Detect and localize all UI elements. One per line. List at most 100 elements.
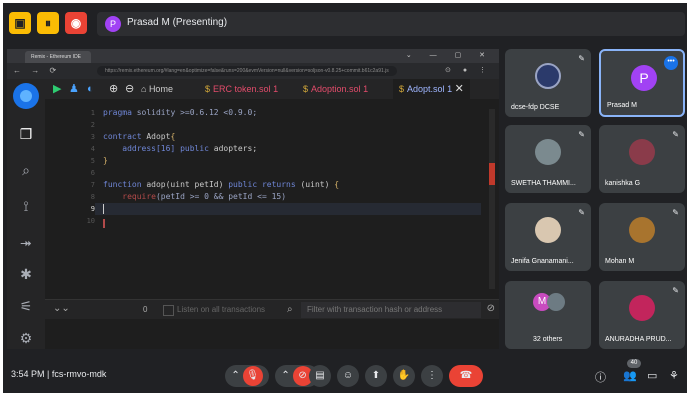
chevron-up-icon[interactable]: ⌃ bbox=[231, 370, 242, 381]
participant-tile[interactable]: ✎ kanishka G bbox=[599, 125, 685, 193]
tab-label: Adopt.sol bbox=[407, 84, 445, 94]
collapse-terminal-icon[interactable]: ⌄⌄ bbox=[53, 303, 70, 314]
present-icon: ⬆ bbox=[371, 370, 381, 381]
browser-extension-icons[interactable]: ⊙ ● ⋮ bbox=[445, 66, 491, 74]
participant-name: Prasad M bbox=[607, 102, 637, 109]
mic-control[interactable]: ⌃ 🎙 bbox=[225, 365, 269, 387]
code-token: { bbox=[334, 180, 340, 189]
code-token: } bbox=[103, 156, 108, 165]
solidity-compiler-icon[interactable]: ⟟ bbox=[15, 195, 37, 217]
tab-adoption[interactable]: $ Adoption.sol 1 bbox=[303, 79, 368, 99]
code-editor[interactable]: 1 2 3 4 5 6 7 8 9 10 pragma solidity >=0… bbox=[45, 99, 499, 299]
code-token: contract bbox=[103, 132, 142, 141]
code-line: address[16] public adopters; bbox=[103, 143, 483, 155]
editor-scroll-thumb[interactable] bbox=[489, 163, 495, 185]
close-tab-icon[interactable]: ✕ bbox=[455, 83, 464, 95]
chat-icon[interactable]: ▭ bbox=[647, 369, 657, 382]
more-options-icon[interactable]: ••• bbox=[664, 56, 678, 70]
code-line: } bbox=[103, 155, 483, 167]
remix-logo-icon[interactable] bbox=[13, 83, 39, 109]
mic-off-icon: ✎ bbox=[672, 286, 679, 295]
meet-top-bar: ▣ ⏸ ◉ P Prasad M (Presenting) bbox=[3, 3, 687, 45]
chevron-up-icon[interactable]: ⌃ bbox=[281, 370, 292, 381]
clock: 3:54 PM bbox=[11, 369, 45, 379]
transaction-filter-input[interactable]: Filter with transaction hash or address bbox=[301, 302, 481, 318]
zoom-out-icon[interactable]: ⊖ bbox=[125, 82, 134, 96]
search-icon[interactable]: ⌕ bbox=[15, 159, 37, 181]
participant-tile-others[interactable]: M 32 others bbox=[505, 281, 591, 349]
mic-off-icon: ✎ bbox=[578, 208, 585, 217]
settings-icon[interactable]: ⚙ bbox=[15, 327, 37, 349]
line-number: 9 bbox=[90, 205, 95, 213]
terminal-bar: ⌄⌄ 0 Listen on all transactions ⌕ Filter… bbox=[45, 299, 499, 320]
raise-hand-button[interactable]: ✋ bbox=[393, 365, 415, 387]
people-icon[interactable]: 👥 bbox=[623, 369, 637, 382]
present-button[interactable]: ⬆ bbox=[365, 365, 387, 387]
participant-name: kanishka G bbox=[605, 180, 641, 187]
browser-tab[interactable]: Remix - Ethereum IDE bbox=[25, 51, 91, 63]
line-number: 3 bbox=[90, 133, 95, 141]
tab-erc-token[interactable]: $ ERC token.sol 1 bbox=[205, 79, 278, 99]
debugger-icon[interactable]: ✱ bbox=[15, 263, 37, 285]
participant-avatar bbox=[535, 217, 561, 243]
participant-tile[interactable]: ✎ SWETHA THAMMI... bbox=[505, 125, 591, 193]
meeting-info-icon[interactable]: ⓘ bbox=[595, 369, 606, 385]
tab-error-count: 1 bbox=[447, 84, 453, 94]
address-bar[interactable]: https://remix.ethereum.org/#lang=en&opti… bbox=[97, 66, 397, 76]
tab-home[interactable]: ⌂ Home bbox=[141, 79, 173, 99]
editor-scrollbar[interactable] bbox=[489, 109, 495, 289]
participant-tile[interactable]: ✎ ANURADHA PRUD... bbox=[599, 281, 685, 349]
pause-present-icon[interactable]: ⏸ bbox=[37, 12, 59, 34]
toggle-icon[interactable]: ◐ bbox=[87, 82, 94, 96]
tab-adopt[interactable]: $ Adopt.sol 1 ✕ bbox=[393, 79, 470, 99]
code-token: public returns bbox=[228, 180, 296, 189]
ai-assistant-icon[interactable]: ♟ bbox=[69, 82, 79, 96]
hang-up-icon: ☎ bbox=[459, 370, 473, 381]
participant-tile[interactable]: ✎ Mohan M bbox=[599, 203, 685, 271]
code-lines: pragma solidity >=0.6.12 <0.9.0; contrac… bbox=[103, 107, 483, 203]
leave-call-button[interactable]: ☎ bbox=[449, 365, 483, 387]
browser-address-row: ← → ⟳ https://remix.ethereum.org/#lang=e… bbox=[7, 63, 499, 79]
browser-tab-strip: Remix - Ethereum IDE ⌄ — ▢ ✕ bbox=[7, 49, 499, 63]
plugin-manager-icon[interactable]: ⚟ bbox=[15, 295, 37, 317]
stop-presenting-icon[interactable]: ◉ bbox=[65, 12, 87, 34]
run-icon[interactable]: ▶ bbox=[53, 82, 61, 96]
mic-off-icon[interactable]: 🎙 bbox=[242, 366, 263, 386]
mic-off-icon: ✎ bbox=[672, 130, 679, 139]
code-line: contract Adopt{ bbox=[103, 131, 483, 143]
activities-icon[interactable]: ⚘ bbox=[669, 369, 679, 382]
separator: | bbox=[47, 369, 50, 379]
deploy-run-icon[interactable]: ⯮ bbox=[15, 231, 37, 253]
mic-off-icon: ✎ bbox=[578, 130, 585, 139]
error-marker bbox=[103, 219, 105, 228]
clear-console-icon[interactable]: ⊘ bbox=[487, 303, 495, 314]
participant-tile[interactable]: ••• P Prasad M bbox=[599, 49, 685, 117]
code-token: (uint) bbox=[295, 180, 335, 189]
window-controls[interactable]: ⌄ — ▢ ✕ bbox=[406, 51, 493, 59]
participant-name: Mohan M bbox=[605, 258, 635, 265]
presenting-banner[interactable]: P Prasad M (Presenting) bbox=[97, 12, 685, 36]
participant-avatar bbox=[629, 217, 655, 243]
terminal-output bbox=[45, 319, 499, 349]
meeting-time-and-code: 3:54 PM | fcs-rmvo-mdk bbox=[11, 369, 106, 379]
zoom-in-icon[interactable]: ⊕ bbox=[109, 82, 118, 96]
reactions-button[interactable]: ☺ bbox=[337, 365, 359, 387]
participant-avatar bbox=[629, 295, 655, 321]
line-number: 4 bbox=[90, 145, 95, 153]
participant-avatar bbox=[535, 139, 561, 165]
more-options-button[interactable]: ⋮ bbox=[421, 365, 443, 387]
file-explorer-icon[interactable]: ❐ bbox=[15, 123, 37, 145]
browser-nav-icons[interactable]: ← → ⟳ bbox=[13, 66, 60, 75]
listen-checkbox[interactable] bbox=[163, 305, 174, 316]
present-icon[interactable]: ▣ bbox=[9, 12, 31, 34]
presenter-avatar: P bbox=[105, 16, 121, 32]
captions-button[interactable]: ▤ bbox=[309, 365, 331, 387]
solidity-file-icon: $ bbox=[303, 84, 309, 94]
code-token: address[16] bbox=[103, 144, 176, 153]
participant-avatar bbox=[547, 293, 565, 311]
participant-tile[interactable]: ✎ Jenifa Gnanamani... bbox=[505, 203, 591, 271]
participant-tile[interactable]: ✎ dcse-fdp DCSE bbox=[505, 49, 591, 117]
participant-name: dcse-fdp DCSE bbox=[511, 104, 560, 111]
line-number: 5 bbox=[90, 157, 95, 165]
